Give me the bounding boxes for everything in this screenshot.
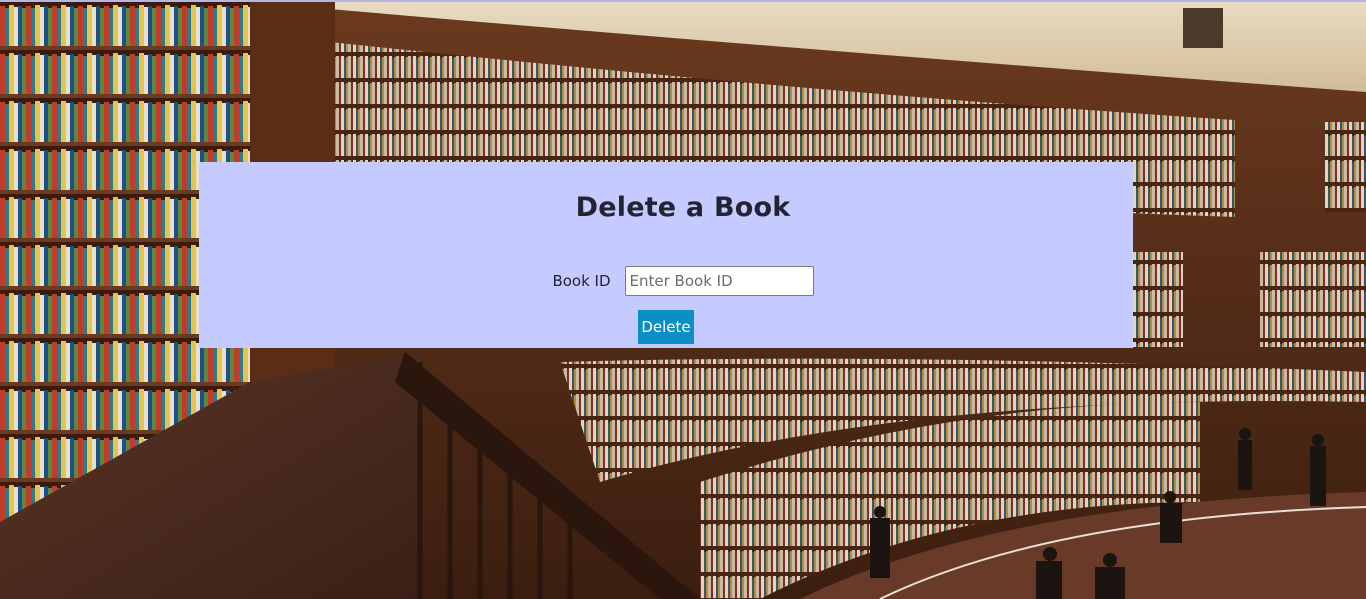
delete-button[interactable]: Delete xyxy=(638,310,694,344)
book-id-label: Book ID xyxy=(552,272,611,290)
page-title: Delete a Book xyxy=(575,192,791,223)
page-root: Delete a Book Book ID Delete xyxy=(0,0,1366,599)
book-id-row: Book ID xyxy=(0,266,1366,296)
book-id-input[interactable] xyxy=(624,266,814,296)
